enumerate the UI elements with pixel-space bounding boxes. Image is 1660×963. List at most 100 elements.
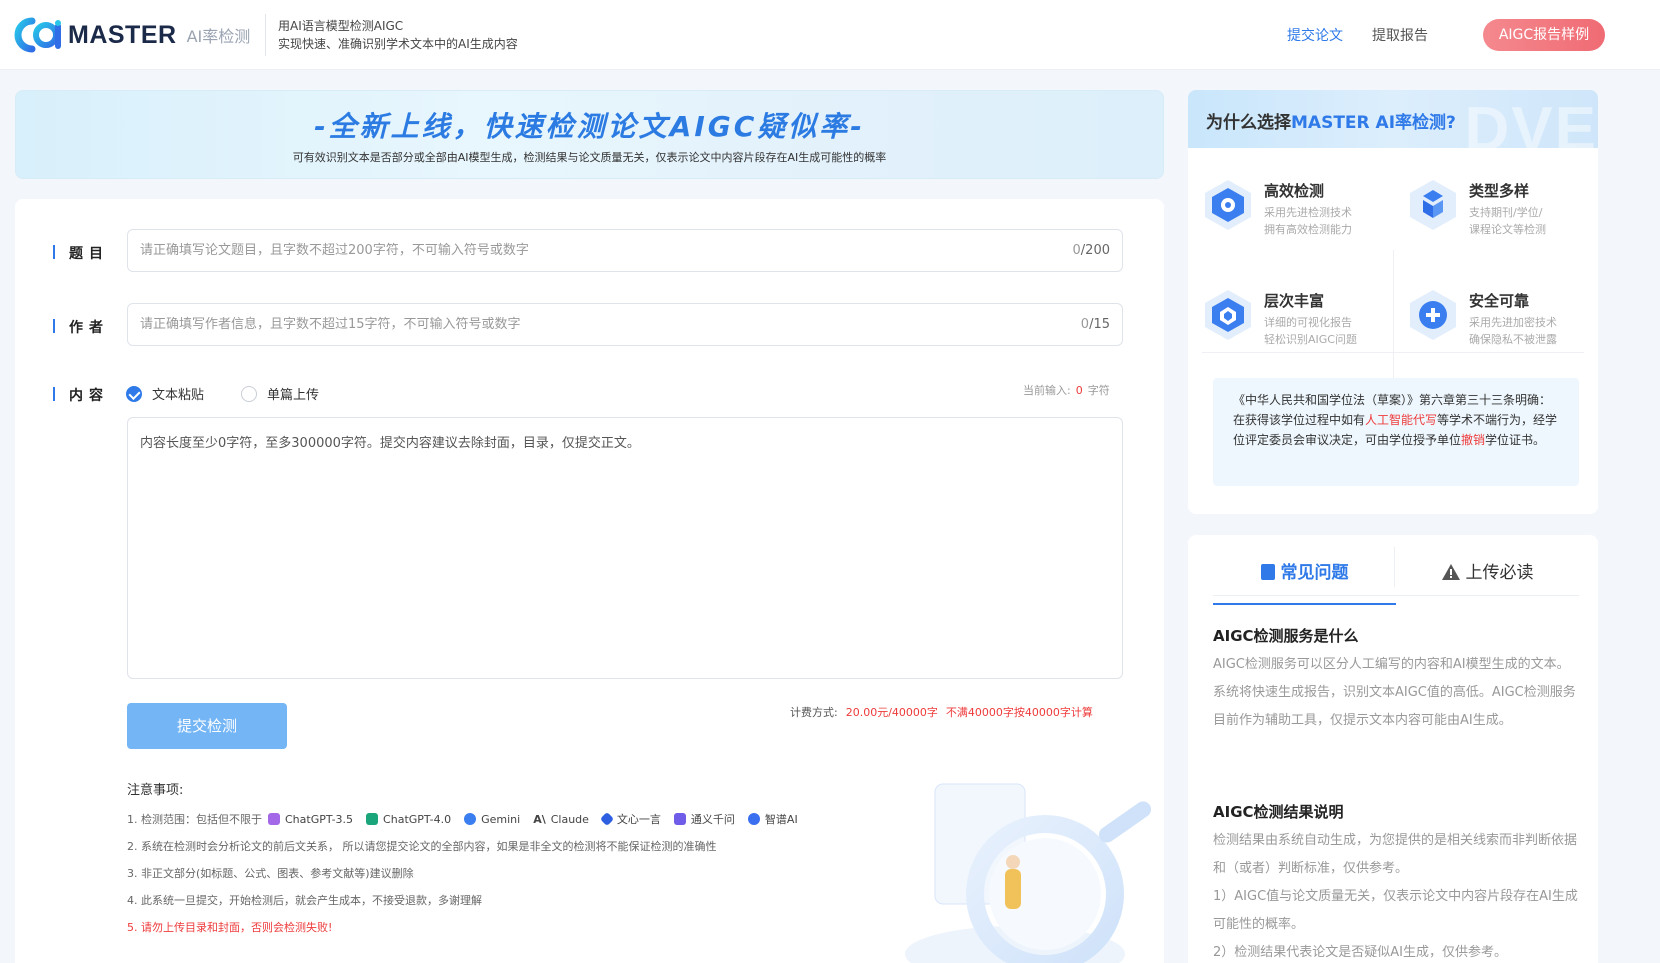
- unchecked-radio-icon: [241, 385, 257, 402]
- model-tongyi: 通义千问: [673, 811, 735, 827]
- content-textarea[interactable]: 内容长度至少0字符，至多300000字符。提交内容建议去除封面，目录，仅提交正文…: [127, 417, 1123, 679]
- law-red-2: 撤销: [1461, 433, 1486, 447]
- model-claude-label: Claude: [550, 812, 589, 826]
- security-shield-icon: [1410, 290, 1456, 340]
- feature-secure-desc-2: 确保隐私不被泄露: [1469, 333, 1557, 346]
- model-chatgpt35: ChatGPT-3.5: [268, 813, 353, 826]
- feature-secure-desc-1: 采用先进加密技术: [1469, 316, 1557, 329]
- model-claude: A\ Claude: [533, 813, 589, 826]
- promo-banner: -全新上线，快速检测论文AIGC疑似率- 可有效识别文本是否部分或全部由AI模型…: [15, 90, 1164, 179]
- logo-mark-icon: [14, 17, 61, 53]
- header-slogan: 用AI语言模型检测AIGC 实现快速、准确识别学术文本中的AI生成内容: [278, 17, 518, 53]
- why-title: 为什么选择MASTER AI率检测?: [1206, 108, 1456, 133]
- note-item-2: 2. 系统在检测时会分析论文的前后文关系， 所以请您提交论文的全部内容，如果是非…: [127, 840, 717, 853]
- why-header: DVE 为什么选择MASTER AI率检测?: [1188, 90, 1598, 164]
- tongyi-icon: [673, 813, 686, 825]
- title-count: 0: [1072, 243, 1081, 258]
- title-char-counter: 0/200: [1073, 230, 1110, 271]
- model-chatgpt40: ChatGPT-4.0: [366, 813, 451, 826]
- faq-answer-2-line-1: 检测结果由系统自动生成，为您提供的是相关线索而非判断依据和（或者）判断标准，仅供…: [1213, 833, 1578, 876]
- feature-types: 类型多样 支持期刊/学位/课程论文等检测: [1393, 152, 1593, 252]
- chatgpt35-icon: [268, 813, 280, 825]
- author-placeholder: 请正确填写作者信息，且字数不超过15字符，不可输入符号或数字: [140, 317, 521, 332]
- gemini-icon: [464, 813, 477, 825]
- slogan-line-1: 用AI语言模型检测AIGC: [278, 19, 404, 33]
- model-zhipu: 智谱AI: [747, 811, 798, 827]
- current-input-value: 0: [1075, 384, 1083, 397]
- pricing-info: 计费方式: 20.00元/40000字 不满40000字按40000字计算: [790, 704, 1093, 720]
- note-item-4: 4. 此系统一旦提交，开始检测后，就会产生成本，不接受退款，多谢理解: [127, 894, 482, 907]
- faq-question-2: AIGC检测结果说明: [1213, 803, 1344, 821]
- aigc-report-sample-button[interactable]: AIGC报告样例: [1483, 19, 1605, 51]
- feature-layers-desc: 详细的可视化报告 轻松识别AIGC问题: [1264, 314, 1357, 348]
- feature-secure: 安全可靠 采用先进加密技术 确保隐私不被泄露: [1393, 262, 1593, 362]
- current-input-unit: 字符: [1087, 384, 1110, 397]
- mode-paste-label: 文本粘贴: [152, 388, 205, 403]
- model-gemini-label: Gemini: [481, 812, 521, 826]
- content-placeholder: 内容长度至少0字符，至多300000字符。提交内容建议去除封面，目录，仅提交正文…: [140, 436, 640, 451]
- model-tongyi-label: 通义千问: [690, 813, 735, 826]
- title-placeholder: 请正确填写论文题目，且字数不超过200字符，不可输入符号或数字: [140, 243, 529, 258]
- author-input[interactable]: 请正确填写作者信息，且字数不超过15字符，不可输入符号或数字 0/15: [127, 303, 1123, 346]
- feature-layers-name: 层次丰富: [1264, 292, 1325, 310]
- author-max: /15: [1089, 317, 1110, 332]
- feature-layers-desc-2: 轻松识别AIGC问题: [1264, 333, 1357, 346]
- brand-subtitle: AI率检测: [186, 27, 251, 46]
- slogan-line-2: 实现快速、准确识别学术文本中的AI生成内容: [278, 37, 518, 51]
- faq-answer-2-line-3: 2）检测结果代表论文是否疑似AI生成，仅供参考。: [1213, 945, 1507, 960]
- header-divider: [265, 14, 266, 56]
- brand-logo[interactable]: MASTER AI率检测: [14, 17, 250, 53]
- pricing-price: 20.00元/40000字: [845, 706, 938, 719]
- note-item-1: 1. 检测范围：包括但不限于 ChatGPT-3.5 ChatGPT-4.0 G…: [127, 811, 811, 827]
- nav-retrieve-report[interactable]: 提取报告: [1372, 25, 1428, 45]
- title-label: 题目: [53, 243, 109, 263]
- title-max: /200: [1080, 243, 1110, 258]
- author-label: 作者: [53, 317, 109, 337]
- feature-layers: 层次丰富 详细的可视化报告 轻松识别AIGC问题: [1188, 262, 1388, 362]
- note-item-3: 3. 非正文部分(如标题、公式、图表、参考文献等)建议删除: [127, 867, 414, 880]
- title-input[interactable]: 请正确填写论文题目，且字数不超过200字符，不可输入符号或数字 0/200: [127, 229, 1123, 272]
- tab-faq[interactable]: 常见问题: [1213, 555, 1396, 605]
- faq-answer-2: 检测结果由系统自动生成，为您提供的是相关线索而非判断依据和（或者）判断标准，仅供…: [1213, 827, 1579, 963]
- feature-efficient-desc: 采用先进检测技术 拥有高效检测能力: [1264, 204, 1352, 238]
- target-shield-icon: [1205, 180, 1251, 230]
- banner-description: 可有效识别文本是否部分或全部由AI模型生成，检测结果与论文质量无关，仅表示论文中…: [292, 151, 887, 164]
- why-choose-card: DVE 为什么选择MASTER AI率检测? 高效检测 采用先进检测技术 拥有高效…: [1188, 90, 1598, 514]
- feature-efficient-name: 高效检测: [1264, 182, 1325, 200]
- cubes-icon: [1410, 180, 1456, 230]
- tab-upload-notice-label: 上传必读: [1465, 563, 1534, 583]
- faq-answer-1: AIGC检测服务可以区分人工编写的内容和AI模型生成的文本。 系统将快速生成报告…: [1213, 657, 1576, 728]
- model-zhipu-label: 智谱AI: [764, 813, 798, 826]
- model-wenxin-label: 文心一言: [616, 813, 661, 826]
- tab-upload-notice[interactable]: 上传必读: [1396, 555, 1579, 605]
- layers-hexagon-icon: [1205, 290, 1251, 340]
- mode-upload-radio[interactable]: 单篇上传: [241, 384, 319, 403]
- tab-faq-label: 常见问题: [1280, 563, 1349, 583]
- feature-layers-desc-1: 详细的可视化报告: [1264, 316, 1352, 329]
- chatgpt40-icon: [366, 813, 379, 825]
- law-text-3: 学位证书。: [1485, 433, 1546, 447]
- model-gemini: Gemini: [464, 813, 520, 826]
- author-char-counter: 0/15: [1081, 304, 1110, 345]
- magnifier-illustration-icon: [905, 783, 1152, 963]
- why-title-prefix: 为什么选择: [1206, 113, 1291, 133]
- content-label: 内容: [53, 385, 109, 405]
- book-icon: [1260, 564, 1275, 580]
- feature-secure-desc: 采用先进加密技术 确保隐私不被泄露: [1469, 314, 1557, 348]
- nav-submit-paper[interactable]: 提交论文: [1287, 25, 1343, 45]
- feature-efficient-desc-1: 采用先进检测技术: [1264, 206, 1352, 219]
- author-count: 0: [1080, 317, 1090, 332]
- brand-name: MASTER: [68, 20, 177, 49]
- top-header: MASTER AI率检测 用AI语言模型检测AIGC 实现快速、准确识别学术文本…: [0, 0, 1660, 70]
- model-chatgpt40-label: ChatGPT-4.0: [383, 812, 452, 826]
- feature-efficient: 高效检测 采用先进检测技术 拥有高效检测能力: [1188, 152, 1388, 252]
- law-red-1: 人工智能代写: [1365, 413, 1438, 427]
- mode-paste-radio[interactable]: 文本粘贴: [126, 384, 204, 403]
- submission-form: 题目 请正确填写论文题目，且字数不超过200字符，不可输入符号或数字 0/200…: [15, 199, 1164, 963]
- banner-title: -全新上线，快速检测论文AIGC疑似率-: [314, 110, 865, 143]
- feature-types-desc: 支持期刊/学位/课程论文等检测: [1469, 204, 1546, 238]
- submit-detection-button[interactable]: 提交检测: [127, 703, 287, 749]
- faq-answer-2-line-2: 1）AIGC值与论文质量无关，仅表示论文中内容片段存在AI生成可能性的概率。: [1213, 889, 1578, 932]
- checked-radio-icon: [126, 385, 142, 402]
- wenxin-icon: [599, 811, 614, 827]
